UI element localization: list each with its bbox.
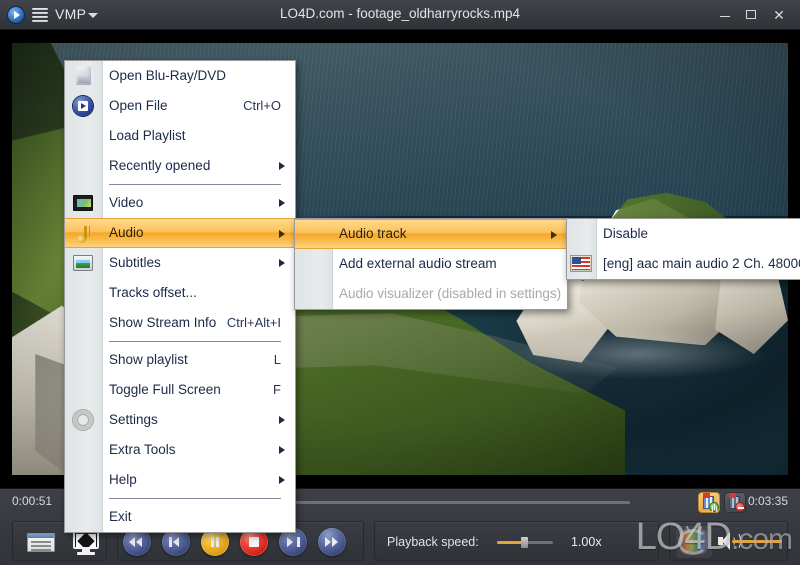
menu-item-track-eng-aac[interactable]: [eng] aac main audio 2 Ch. 48000Hz , 3 bbox=[567, 249, 800, 279]
gear-icon bbox=[73, 410, 93, 430]
menu-item-label: Subtitles bbox=[109, 255, 161, 270]
menu-item-help[interactable]: Help bbox=[65, 465, 295, 495]
playback-speed-panel: Playback speed: 1.00x bbox=[374, 521, 659, 561]
menu-item-accelerator: Ctrl+O bbox=[243, 98, 281, 113]
submenu-arrow-icon bbox=[279, 230, 285, 238]
menu-item-subtitles[interactable]: Subtitles bbox=[65, 248, 295, 278]
submenu-arrow-icon bbox=[279, 199, 285, 207]
menu-item-label: Audio bbox=[109, 225, 144, 240]
menu-item-label: Load Playlist bbox=[109, 128, 186, 143]
picture-icon bbox=[73, 255, 93, 271]
menu-item-label: Settings bbox=[109, 412, 158, 427]
audio-submenu[interactable]: Audio track Add external audio stream Au… bbox=[294, 218, 568, 310]
main-menu[interactable]: Open Blu-Ray/DVD Open File Ctrl+O Load P… bbox=[64, 60, 296, 533]
menu-item-label: Help bbox=[109, 472, 137, 487]
menu-separator bbox=[109, 498, 281, 499]
submenu-arrow-icon bbox=[279, 259, 285, 267]
menu-item-label: Extra Tools bbox=[109, 442, 176, 457]
close-button[interactable]: ✕ bbox=[766, 0, 792, 30]
menu-item-label: Open Blu-Ray/DVD bbox=[109, 68, 227, 83]
playlist-icon bbox=[27, 533, 55, 552]
volume-slider[interactable] bbox=[732, 540, 782, 543]
menu-item-toggle-fullscreen[interactable]: Toggle Full Screen F bbox=[65, 375, 295, 405]
volume-fill bbox=[732, 540, 782, 543]
submenu-arrow-icon bbox=[551, 231, 557, 239]
playback-speed-fill bbox=[497, 541, 524, 544]
submenu-arrow-icon bbox=[279, 416, 285, 424]
menu-item-audio-track[interactable]: Audio track bbox=[295, 219, 567, 249]
menu-item-tracks-offset[interactable]: Tracks offset... bbox=[65, 278, 295, 308]
bookmark-remove-icon[interactable] bbox=[724, 492, 746, 513]
elapsed-time: 0:00:51 bbox=[12, 494, 53, 508]
menu-item-label: Disable bbox=[603, 226, 649, 241]
menu-item-accelerator: F bbox=[273, 382, 281, 397]
menu-item-open-file[interactable]: Open File Ctrl+O bbox=[65, 91, 295, 121]
menu-item-label: Show playlist bbox=[109, 352, 188, 367]
fullscreen-icon: ◤ ◥ ◣ ◢ bbox=[73, 531, 99, 555]
menu-item-label: Show Stream Info bbox=[109, 315, 217, 330]
menu-item-add-external-audio[interactable]: Add external audio stream bbox=[295, 249, 567, 279]
menu-item-label: Tracks offset... bbox=[109, 285, 197, 300]
menu-item-track-disable[interactable]: Disable bbox=[567, 219, 800, 249]
menu-item-show-playlist[interactable]: Show playlist L bbox=[65, 345, 295, 375]
volume-panel bbox=[669, 521, 788, 561]
menu-item-label: Add external audio stream bbox=[339, 256, 497, 271]
menu-item-show-stream-info[interactable]: Show Stream Info Ctrl+Alt+I bbox=[65, 308, 295, 338]
playlist-button[interactable] bbox=[20, 527, 62, 557]
menu-item-recently-opened[interactable]: Recently opened bbox=[65, 151, 295, 181]
playback-speed-value: 1.00x bbox=[571, 535, 602, 549]
menu-item-exit[interactable]: Exit bbox=[65, 502, 295, 532]
menu-separator bbox=[109, 184, 281, 185]
menu-item-settings[interactable]: Settings bbox=[65, 405, 295, 435]
submenu-arrow-icon bbox=[279, 446, 285, 454]
menu-item-extra-tools[interactable]: Extra Tools bbox=[65, 435, 295, 465]
menu-item-audio[interactable]: Audio bbox=[65, 218, 295, 248]
menu-item-label: Audio visualizer (disabled in settings) bbox=[339, 286, 562, 301]
submenu-arrow-icon bbox=[279, 162, 285, 170]
disc-icon bbox=[73, 96, 93, 116]
maximize-button[interactable] bbox=[738, 0, 764, 30]
music-note-icon bbox=[73, 224, 93, 244]
bookmark-add-icon[interactable] bbox=[698, 492, 720, 513]
vmp-player-window: VMP LO4D.com - footage_oldharryrocks.mp4… bbox=[0, 0, 800, 565]
menu-item-label: Recently opened bbox=[109, 158, 211, 173]
playback-speed-label: Playback speed: bbox=[387, 535, 479, 549]
menu-item-accelerator: Ctrl+Alt+I bbox=[226, 315, 281, 330]
menu-item-open-bluray[interactable]: Open Blu-Ray/DVD bbox=[65, 61, 295, 91]
menu-item-accelerator: L bbox=[273, 352, 281, 367]
submenu-arrow-icon bbox=[279, 476, 285, 484]
menu-item-label: Video bbox=[109, 195, 144, 210]
window-title: LO4D.com - footage_oldharryrocks.mp4 bbox=[279, 6, 521, 21]
audio-track-submenu[interactable]: Disable [eng] aac main audio 2 Ch. 48000… bbox=[566, 218, 800, 280]
menu-item-label: Open File bbox=[109, 98, 168, 113]
playback-speed-handle[interactable] bbox=[521, 537, 528, 548]
menu-item-label: Exit bbox=[109, 509, 132, 524]
menu-separator bbox=[109, 341, 281, 342]
menu-item-audio-visualizer: Audio visualizer (disabled in settings) bbox=[295, 279, 567, 309]
menu-item-video[interactable]: Video bbox=[65, 188, 295, 218]
us-flag-icon bbox=[570, 255, 592, 272]
menu-item-load-playlist[interactable]: Load Playlist bbox=[65, 121, 295, 151]
title-bar: VMP LO4D.com - footage_oldharryrocks.mp4… bbox=[0, 0, 800, 30]
folder-icon bbox=[76, 66, 91, 85]
film-icon bbox=[73, 195, 93, 211]
total-time: 0:03:35 bbox=[747, 494, 788, 508]
menu-item-label: Audio track bbox=[339, 226, 407, 241]
fast-forward-button[interactable] bbox=[318, 528, 346, 556]
minimize-button[interactable] bbox=[712, 0, 738, 30]
menu-item-label: [eng] aac main audio 2 Ch. 48000Hz , 3 bbox=[603, 256, 800, 271]
tv-refresh-icon[interactable] bbox=[676, 526, 712, 558]
menu-item-label: Toggle Full Screen bbox=[109, 382, 221, 397]
